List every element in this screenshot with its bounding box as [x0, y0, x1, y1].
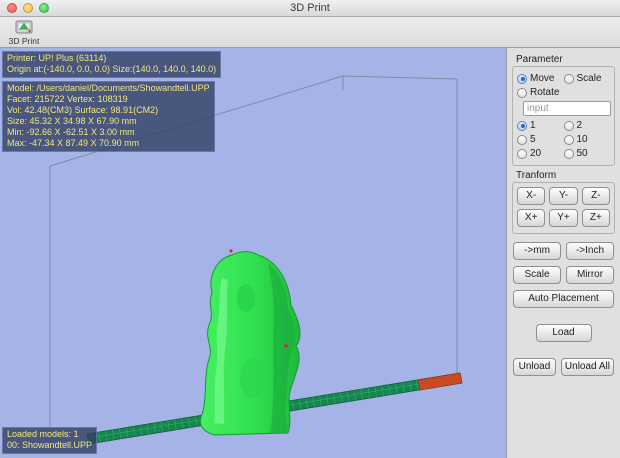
radio-step-50-label: 50 [576, 148, 588, 159]
unload-button[interactable]: Unload [513, 358, 556, 376]
radio-rotate[interactable]: Rotate [517, 87, 564, 98]
mirror-button[interactable]: Mirror [566, 266, 614, 284]
z-plus-button[interactable]: Z+ [581, 209, 610, 227]
radio-step-1-label: 1 [530, 120, 536, 131]
radio-step-5-label: 5 [530, 134, 536, 145]
parameter-group: Move Scale Rotate input 1 2 5 10 20 50 [512, 66, 615, 166]
transform-group-title: Tranform [516, 170, 557, 181]
unload-all-button[interactable]: Unload All [560, 358, 614, 376]
z-minus-button[interactable]: Z- [581, 187, 610, 205]
app-window: 3D Print 3D Print Printer: UP! Plus (631… [0, 0, 620, 458]
3d-print-icon [15, 18, 33, 36]
radio-step-10[interactable]: 10 [563, 134, 611, 145]
scale-button[interactable]: Scale [513, 266, 561, 284]
radio-step-2-label: 2 [576, 120, 583, 131]
loaded-count: Loaded models: 1 [7, 429, 79, 439]
radio-step-5[interactable]: 5 [517, 134, 564, 145]
radio-step-50-icon [563, 148, 574, 159]
defect-speck [284, 344, 288, 348]
parameter-input[interactable] [523, 101, 611, 116]
radio-rotate-label: Rotate [530, 87, 560, 98]
model-info-overlay: Model: /Users/daniel/Documents/Showandte… [2, 81, 215, 152]
radio-step-5-icon [517, 134, 527, 145]
titlebar[interactable]: 3D Print [0, 0, 620, 17]
control-panel: Parameter Move Scale Rotate input 1 2 5 … [506, 48, 620, 458]
print-tool-label: 3D Print [8, 36, 40, 46]
radio-step-20[interactable]: 20 [517, 148, 564, 159]
printer-name: Printer: UP! Plus (63114) [7, 53, 107, 63]
loaded-item: 00: Showandtell.UPP [7, 440, 93, 450]
model-facets: Facet: 215722 Vertex: 108319 [7, 94, 128, 104]
auto-placement-button[interactable]: Auto Placement [513, 290, 614, 308]
radio-scale-label: Scale [576, 73, 602, 84]
print-tool-button[interactable]: 3D Print [6, 18, 42, 46]
x-plus-button[interactable]: X+ [517, 209, 546, 227]
toolbar: 3D Print [0, 17, 620, 48]
to-mm-button[interactable]: ->mm [513, 242, 561, 260]
radio-step-20-label: 20 [530, 148, 542, 159]
radio-step-50[interactable]: 50 [563, 148, 611, 159]
load-button[interactable]: Load [535, 324, 592, 342]
model-min: Min: -92.66 X -62.51 X 3.00 mm [7, 127, 135, 137]
bust-model [199, 249, 301, 436]
model-size: Size: 45.32 X 34.98 X 67.90 mm [7, 116, 137, 126]
radio-step-2-icon [563, 120, 574, 131]
main-content: Printer: UP! Plus (63114) Origin at:(-14… [0, 48, 620, 458]
radio-step-1-icon [517, 120, 527, 131]
model-path: Model: /Users/daniel/Documents/Showandte… [7, 83, 210, 93]
transform-group: X- Y- Z- X+ Y+ Z+ [512, 182, 615, 234]
3d-viewport[interactable]: Printer: UP! Plus (63114) Origin at:(-14… [0, 48, 506, 458]
radio-rotate-icon [517, 87, 527, 98]
radio-scale-icon [563, 73, 574, 84]
to-inch-button[interactable]: ->Inch [566, 242, 614, 260]
radio-move-label: Move [530, 73, 555, 84]
radio-scale[interactable]: Scale [563, 73, 611, 84]
radio-move[interactable]: Move [517, 73, 564, 84]
window-title: 3D Print [290, 2, 330, 14]
radio-step-1[interactable]: 1 [517, 120, 564, 131]
defect-speck [229, 249, 233, 253]
radio-step-20-icon [517, 148, 527, 159]
y-plus-button[interactable]: Y+ [549, 209, 578, 227]
loaded-models-overlay: Loaded models: 1 00: Showandtell.UPP [2, 427, 98, 454]
radio-move-icon [517, 73, 527, 84]
radio-step-2[interactable]: 2 [563, 120, 611, 131]
action-buttons: ->mm ->Inch Scale Mirror Auto Placement … [507, 238, 620, 376]
parameter-group-title: Parameter [516, 54, 563, 65]
radio-step-10-icon [563, 134, 574, 145]
printer-origin-size: Origin at:(-140.0, 0.0, 0.0) Size:(140.0… [7, 64, 217, 74]
x-minus-button[interactable]: X- [517, 187, 546, 205]
model-max: Max: -47.34 X 87.49 X 70.90 mm [7, 138, 140, 148]
y-minus-button[interactable]: Y- [549, 187, 578, 205]
radio-step-10-label: 10 [576, 134, 588, 145]
printer-info-overlay: Printer: UP! Plus (63114) Origin at:(-14… [2, 51, 222, 78]
model-volume: Vol: 42.48(CM3) Surface: 98.91(CM2) [7, 105, 159, 115]
